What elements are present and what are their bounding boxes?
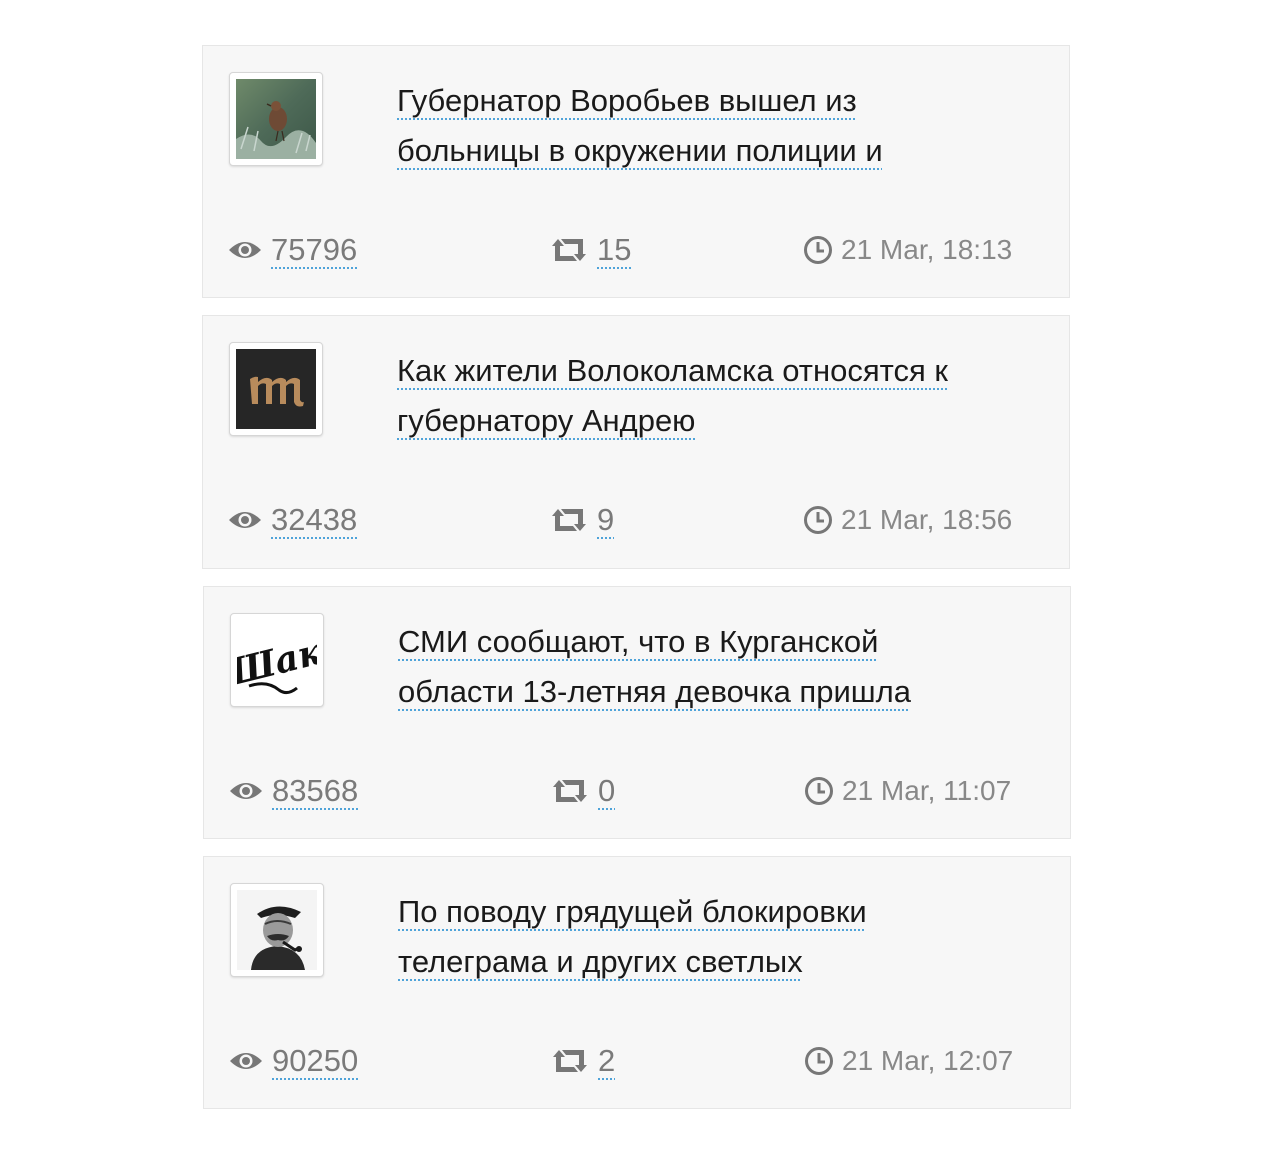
views-count[interactable]: 90250 bbox=[272, 1043, 358, 1079]
views-counter: 83568 bbox=[229, 771, 358, 811]
post-title-text: Губернатор Воробьев вышел из больницы в … bbox=[397, 83, 883, 168]
shares-count[interactable]: 2 bbox=[598, 1043, 615, 1079]
post-date: 21 Mar, 11:07 bbox=[804, 771, 1011, 811]
post-title-link[interactable]: СМИ сообщают, что в Курганской области 1… bbox=[398, 617, 998, 717]
views-count[interactable]: 75796 bbox=[271, 232, 357, 268]
post-title-link[interactable]: Губернатор Воробьев вышел из больницы в … bbox=[397, 76, 997, 176]
post-title-text: По поводу грядущей блокировки телеграма … bbox=[398, 894, 867, 979]
views-counter: 75796 bbox=[228, 230, 357, 270]
shares-counter: 9 bbox=[551, 500, 614, 540]
post-datetime[interactable]: 21 Mar, 12:07 bbox=[842, 1045, 1013, 1077]
channel-avatar[interactable] bbox=[230, 883, 324, 977]
eye-icon bbox=[230, 783, 262, 799]
clock-icon bbox=[804, 236, 832, 264]
retweet-icon bbox=[553, 1050, 587, 1072]
bird-photo-avatar bbox=[236, 79, 316, 159]
channel-avatar[interactable]: Шак bbox=[230, 613, 324, 707]
views-count[interactable]: 83568 bbox=[272, 773, 358, 809]
post-datetime[interactable]: 21 Mar, 18:13 bbox=[841, 234, 1012, 266]
clock-icon bbox=[804, 506, 832, 534]
post-date: 21 Mar, 18:56 bbox=[803, 500, 1012, 540]
portrait-photo-avatar bbox=[237, 890, 317, 970]
shares-counter: 2 bbox=[552, 1041, 615, 1081]
views-counter: 90250 bbox=[229, 1041, 358, 1081]
channel-avatar[interactable] bbox=[229, 342, 323, 436]
channel-avatar[interactable] bbox=[229, 72, 323, 166]
shares-counter: 15 bbox=[551, 230, 631, 270]
script-logo-avatar: Шак bbox=[237, 620, 317, 700]
views-counter: 32438 bbox=[228, 500, 357, 540]
shares-count[interactable]: 15 bbox=[597, 232, 631, 268]
eye-icon bbox=[229, 512, 261, 528]
post-title-link[interactable]: По поводу грядущей блокировки телеграма … bbox=[398, 887, 998, 987]
post-datetime[interactable]: 21 Mar, 11:07 bbox=[842, 775, 1011, 807]
retweet-icon bbox=[552, 509, 586, 531]
clock-icon bbox=[805, 777, 833, 805]
retweet-icon bbox=[552, 239, 586, 261]
eye-icon bbox=[229, 242, 261, 258]
post-datetime[interactable]: 21 Mar, 18:56 bbox=[841, 504, 1012, 536]
eye-icon bbox=[230, 1053, 262, 1069]
post-title-link[interactable]: Как жители Волоколамска относятся к губе… bbox=[397, 346, 997, 446]
post-card: Шак СМИ сообщают, что в Курганской облас… bbox=[203, 586, 1071, 839]
medusa-m-logo-avatar bbox=[236, 349, 316, 429]
post-date: 21 Mar, 12:07 bbox=[804, 1041, 1013, 1081]
retweet-icon bbox=[553, 780, 587, 802]
post-title-text: Как жители Волоколамска относятся к губе… bbox=[397, 353, 948, 438]
post-card: Губернатор Воробьев вышел из больницы в … bbox=[202, 45, 1070, 298]
post-feed: Губернатор Воробьев вышел из больницы в … bbox=[202, 45, 1071, 1126]
post-card: Как жители Волоколамска относятся к губе… bbox=[202, 315, 1070, 569]
post-title-text: СМИ сообщают, что в Курганской области 1… bbox=[398, 624, 911, 709]
clock-icon bbox=[805, 1047, 833, 1075]
shares-count[interactable]: 9 bbox=[597, 502, 614, 538]
post-card: По поводу грядущей блокировки телеграма … bbox=[203, 856, 1071, 1109]
post-date: 21 Mar, 18:13 bbox=[803, 230, 1012, 270]
views-count[interactable]: 32438 bbox=[271, 502, 357, 538]
shares-counter: 0 bbox=[552, 771, 615, 811]
shares-count[interactable]: 0 bbox=[598, 773, 615, 809]
